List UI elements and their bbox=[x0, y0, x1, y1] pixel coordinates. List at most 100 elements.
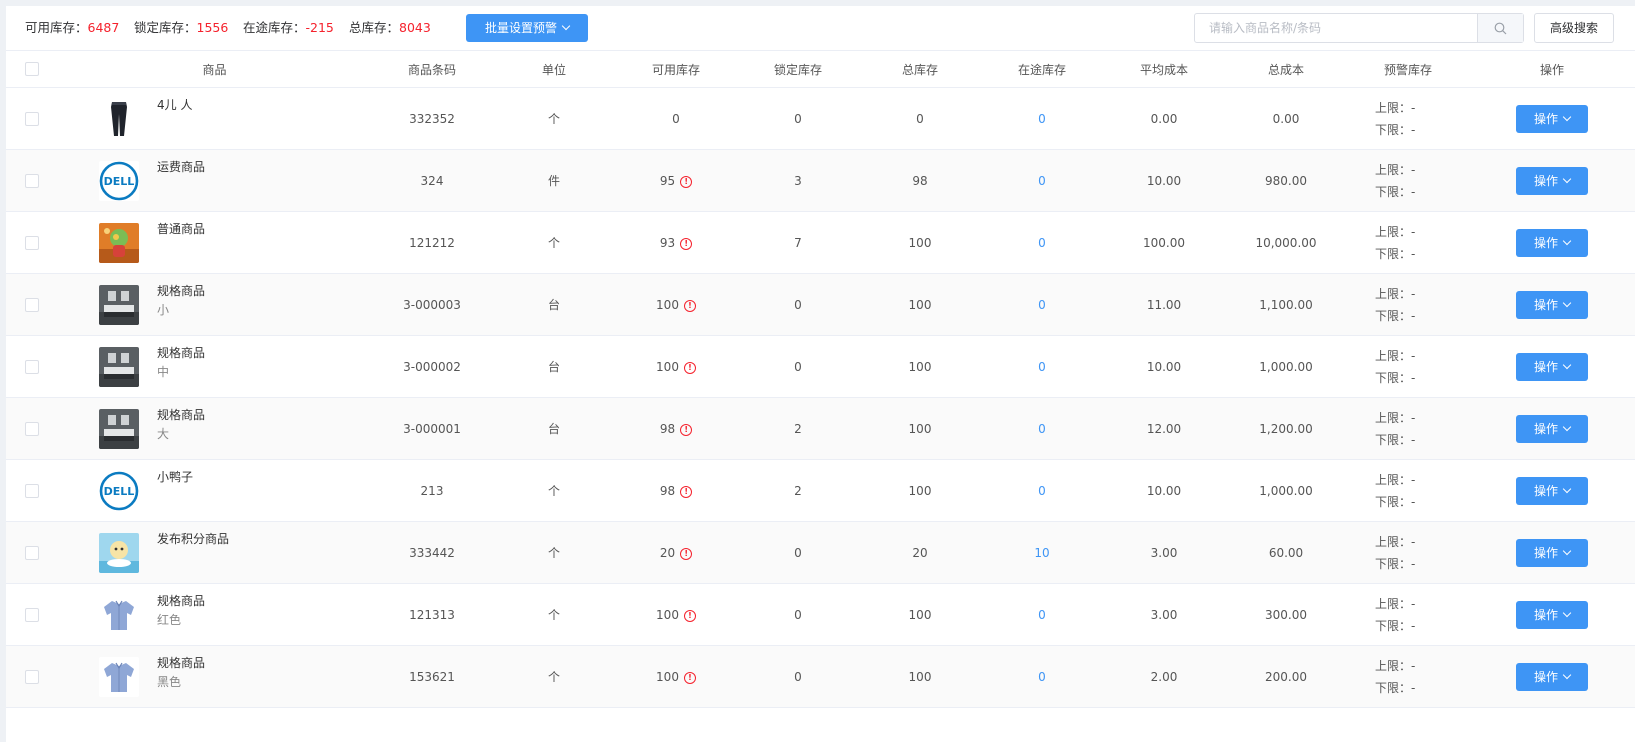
upper-limit-value: - bbox=[1411, 224, 1416, 239]
row-checkbox[interactable] bbox=[25, 173, 39, 188]
total-stock-cell: 100 bbox=[859, 583, 981, 646]
stat-value: 1556 bbox=[196, 20, 229, 35]
row-checkbox[interactable] bbox=[25, 421, 39, 436]
row-select-cell bbox=[6, 335, 58, 398]
chevron-down-icon bbox=[1562, 360, 1572, 369]
upper-limit-value: - bbox=[1411, 534, 1416, 549]
product-info: 规格商品 黑色 bbox=[58, 646, 371, 707]
locked-stock-cell: 0 bbox=[737, 87, 859, 150]
action-button-label: 操作 bbox=[1533, 359, 1558, 374]
row-checkbox[interactable] bbox=[25, 297, 39, 312]
row-checkbox[interactable] bbox=[25, 607, 39, 622]
transit-stock-cell[interactable]: 0 bbox=[981, 273, 1103, 336]
transit-stock-cell[interactable]: 0 bbox=[981, 459, 1103, 522]
column-header: 在途库存 bbox=[981, 51, 1103, 88]
transit-stock-cell[interactable]: 0 bbox=[981, 397, 1103, 460]
row-checkbox[interactable] bbox=[25, 545, 39, 560]
product-info: 规格商品中 bbox=[58, 336, 371, 397]
row-action-button[interactable]: 操作 bbox=[1516, 166, 1588, 195]
advanced-search-button[interactable]: 高级搜索 bbox=[1534, 13, 1614, 43]
row-action-button[interactable]: 操作 bbox=[1516, 228, 1588, 257]
product-name: 4儿 人 bbox=[157, 98, 193, 112]
warning-stock-cell: 上限：- 下限：- bbox=[1347, 583, 1469, 646]
warning-stock-cell: 上限：- 下限：- bbox=[1347, 397, 1469, 460]
row-checkbox[interactable] bbox=[25, 111, 39, 126]
barcode-cell: 324 bbox=[371, 149, 493, 212]
upper-limit-label: 上限： bbox=[1375, 534, 1412, 549]
product-spec: 黑色 bbox=[157, 675, 182, 689]
lower-limit: 下限：- bbox=[1375, 243, 1469, 265]
lower-limit-label: 下限： bbox=[1375, 432, 1412, 447]
transit-stock-cell[interactable]: 0 bbox=[981, 645, 1103, 708]
product-cell: 4儿 人 bbox=[58, 87, 371, 150]
row-action-button[interactable]: 操作 bbox=[1516, 104, 1588, 133]
upper-limit-label: 上限： bbox=[1375, 162, 1412, 177]
barcode-cell: 3-000001 bbox=[371, 397, 493, 460]
transit-stock-cell[interactable]: 0 bbox=[981, 583, 1103, 646]
stat-label: 在途库存： bbox=[243, 20, 306, 35]
lower-limit-value: - bbox=[1411, 184, 1416, 199]
lower-limit: 下限：- bbox=[1375, 181, 1469, 203]
row-select-cell bbox=[6, 459, 58, 522]
row-action-button[interactable]: 操作 bbox=[1516, 538, 1588, 567]
table-header-row: 商品 商品条码 单位 可用库存 锁定库存 总库存 在途库存 平均成本 总成本 预… bbox=[6, 51, 1635, 88]
transit-stock-cell[interactable]: 0 bbox=[981, 335, 1103, 398]
table-row: 规格商品大 3-000001 台 98! 2 100 0 12.00 1,200.00 上限：- 下… bbox=[6, 397, 1635, 460]
product-spec: 小 bbox=[157, 303, 170, 317]
row-action-button[interactable]: 操作 bbox=[1516, 414, 1588, 443]
row-checkbox[interactable] bbox=[25, 669, 39, 684]
chevron-down-icon bbox=[1562, 546, 1572, 555]
row-checkbox[interactable] bbox=[25, 483, 39, 498]
batch-set-warning-button[interactable]: 批量设置预警 bbox=[466, 14, 588, 42]
unit-cell: 件 bbox=[493, 149, 615, 212]
upper-limit-label: 上限： bbox=[1375, 348, 1412, 363]
select-all-checkbox[interactable] bbox=[25, 62, 39, 77]
transit-stock-cell[interactable]: 0 bbox=[981, 211, 1103, 274]
column-header: 单位 bbox=[493, 51, 615, 88]
lower-limit: 下限：- bbox=[1375, 429, 1469, 451]
lower-limit: 下限：- bbox=[1375, 119, 1469, 141]
lower-limit-value: - bbox=[1411, 308, 1416, 323]
transit-stock-cell[interactable]: 10 bbox=[981, 521, 1103, 584]
lower-limit-value: - bbox=[1411, 680, 1416, 695]
lower-limit: 下限：- bbox=[1375, 677, 1469, 699]
upper-limit-value: - bbox=[1411, 100, 1416, 115]
barcode-cell: 121212 bbox=[371, 211, 493, 274]
available-stock-cell: 98! bbox=[615, 459, 737, 522]
lower-limit-label: 下限： bbox=[1375, 618, 1412, 633]
lower-limit-value: - bbox=[1411, 246, 1416, 261]
product-name: 规格商品 bbox=[157, 408, 206, 422]
row-checkbox[interactable] bbox=[25, 359, 39, 374]
row-action-button[interactable]: 操作 bbox=[1516, 662, 1588, 691]
locked-stock-cell: 0 bbox=[737, 583, 859, 646]
product-thumbnail bbox=[99, 595, 139, 635]
warning-icon: ! bbox=[680, 423, 693, 436]
row-action-button[interactable]: 操作 bbox=[1516, 290, 1588, 319]
transit-stock-stat: 在途库存：-215 bbox=[243, 19, 334, 37]
average-cost-cell: 2.00 bbox=[1103, 645, 1225, 708]
upper-limit-value: - bbox=[1411, 472, 1416, 487]
product-name: 规格商品 bbox=[157, 346, 206, 360]
action-cell: 操作 bbox=[1469, 459, 1635, 522]
row-action-button[interactable]: 操作 bbox=[1516, 600, 1588, 629]
product-thumbnail bbox=[99, 285, 139, 325]
row-checkbox[interactable] bbox=[25, 235, 39, 250]
available-stock-cell: 20! bbox=[615, 521, 737, 584]
average-cost-cell: 10.00 bbox=[1103, 335, 1225, 398]
transit-stock-cell[interactable]: 0 bbox=[981, 87, 1103, 150]
action-cell: 操作 bbox=[1469, 273, 1635, 336]
total-stock-cell: 100 bbox=[859, 273, 981, 336]
barcode-cell: 213 bbox=[371, 459, 493, 522]
product-name: 小鸭子 bbox=[157, 470, 194, 484]
upper-limit-label: 上限： bbox=[1375, 286, 1412, 301]
stat-value: 8043 bbox=[399, 20, 431, 35]
unit-cell: 台 bbox=[493, 397, 615, 460]
transit-stock-cell[interactable]: 0 bbox=[981, 149, 1103, 212]
row-action-button[interactable]: 操作 bbox=[1516, 476, 1588, 505]
row-action-button[interactable]: 操作 bbox=[1516, 352, 1588, 381]
search-input[interactable] bbox=[1195, 14, 1479, 42]
search-button[interactable] bbox=[1477, 14, 1523, 42]
product-cell: 规格商品 黑色 bbox=[58, 645, 371, 708]
upper-limit: 上限：- bbox=[1375, 469, 1469, 491]
product-cell: 规格商品 红色 bbox=[58, 583, 371, 646]
